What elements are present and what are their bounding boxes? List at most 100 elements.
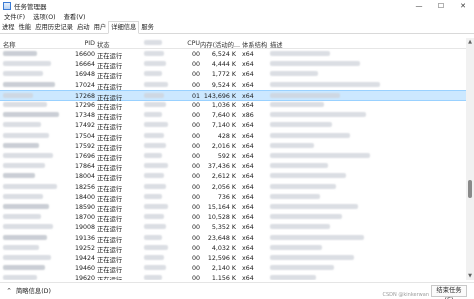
user-name-redacted [144, 153, 186, 160]
description-redacted [270, 102, 460, 109]
process-name-redacted [3, 132, 69, 140]
cpu-cell: 00 [191, 112, 200, 120]
architecture-cell: x64 [242, 173, 254, 181]
user-name-redacted [144, 193, 186, 201]
status-bar: ⌃ 简略信息(D) CSDN @kinkerwan 结束任务(E) [0, 282, 474, 299]
maximize-button[interactable]: ☐ [430, 0, 452, 11]
memory-cell: 4,032 K [211, 244, 236, 252]
description-redacted [270, 255, 460, 262]
process-name-redacted [3, 265, 69, 272]
description-redacted [270, 92, 460, 100]
memory-cell: 2,140 K [211, 265, 236, 273]
description-redacted [270, 224, 460, 231]
memory-cell: 4,444 K [211, 61, 236, 69]
scroll-up-arrow-icon[interactable]: ▲ [466, 38, 474, 46]
cpu-cell: 00 [191, 214, 200, 222]
architecture-cell: x64 [242, 92, 254, 100]
pid-cell: 18400 [74, 193, 95, 201]
watermark: CSDN @kinkerwan [382, 292, 429, 298]
process-name-redacted [3, 142, 69, 150]
column-header-name[interactable]: 名称 [3, 40, 69, 49]
architecture-cell: x64 [242, 193, 254, 201]
architecture-cell: x64 [242, 122, 254, 130]
tab-bar: 进程 性能 应用历史记录 启动 用户 详细信息 服务 [0, 21, 474, 34]
table-header: 名称 PID 状态 CPU 内存(活动的... 体系结构 描述 [0, 38, 466, 49]
tab-app-history[interactable]: 应用历史记录 [33, 22, 75, 33]
minimize-button[interactable]: — [408, 0, 430, 11]
cpu-cell: 00 [191, 265, 200, 273]
less-details-toggle[interactable]: ⌃ 简略信息(D) [5, 286, 51, 296]
description-redacted [270, 193, 460, 201]
process-name-redacted [3, 193, 69, 201]
pid-cell: 18590 [74, 204, 95, 211]
tab-performance[interactable]: 性能 [17, 22, 34, 33]
process-name-redacted [3, 214, 69, 221]
column-header-description[interactable]: 描述 [270, 40, 460, 49]
column-header-cpu[interactable]: CPU [186, 40, 200, 47]
description-redacted [270, 163, 460, 170]
task-manager-icon [3, 1, 11, 10]
memory-cell: 23,648 K [207, 234, 236, 242]
scroll-down-arrow-icon[interactable]: ▼ [466, 272, 474, 280]
column-header-pid[interactable]: PID [69, 40, 95, 47]
cpu-cell: 00 [191, 132, 200, 140]
column-header-memory[interactable]: 内存(活动的... [200, 40, 240, 49]
memory-cell: 15,164 K [207, 204, 236, 211]
architecture-cell: x64 [242, 163, 254, 171]
user-name-redacted [144, 142, 186, 150]
user-name-redacted [144, 132, 186, 140]
memory-cell: 6,524 K [211, 51, 236, 58]
cpu-cell: 00 [191, 173, 200, 181]
vertical-scrollbar[interactable]: ▲ ▼ [466, 38, 474, 280]
menu-file[interactable]: 文件(F) [0, 12, 29, 21]
architecture-cell: x64 [242, 102, 254, 109]
process-name-redacted [3, 102, 69, 109]
description-redacted [270, 142, 460, 150]
tab-details[interactable]: 详细信息 [108, 21, 140, 34]
tab-services[interactable]: 服务 [139, 22, 156, 33]
description-redacted [270, 81, 460, 89]
architecture-cell: x64 [242, 204, 254, 211]
architecture-cell: x64 [242, 265, 254, 273]
memory-cell: 2,612 K [211, 173, 236, 181]
menu-view[interactable]: 查看(V) [60, 12, 90, 21]
cpu-cell: 00 [191, 204, 200, 211]
cpu-cell: 00 [191, 163, 200, 171]
column-header-status[interactable]: 状态 [97, 40, 143, 49]
architecture-cell: x64 [242, 214, 254, 222]
description-redacted [270, 244, 460, 252]
memory-cell: 7,140 K [211, 122, 236, 130]
tab-users[interactable]: 用户 [92, 22, 109, 33]
window-controls: — ☐ ✕ [408, 0, 474, 11]
scrollbar-thumb[interactable] [468, 180, 472, 198]
process-name-redacted [3, 204, 69, 211]
pid-cell: 17592 [74, 142, 95, 150]
memory-cell: 2,056 K [211, 183, 236, 191]
user-name-redacted [144, 112, 186, 119]
user-name-redacted [144, 51, 186, 58]
tab-startup[interactable]: 启动 [75, 22, 92, 33]
pid-cell: 17864 [74, 163, 95, 171]
cpu-cell: 00 [191, 244, 200, 252]
column-header-user[interactable] [144, 40, 186, 47]
process-name-redacted [3, 122, 69, 129]
pid-cell: 18004 [74, 173, 95, 181]
close-button[interactable]: ✕ [452, 0, 474, 11]
description-redacted [270, 153, 460, 160]
pid-cell: 19008 [74, 224, 95, 232]
process-name-redacted [3, 234, 69, 242]
tab-processes[interactable]: 进程 [0, 22, 17, 33]
menu-options[interactable]: 选项(O) [29, 12, 59, 21]
column-header-architecture[interactable]: 体系结构 [242, 40, 268, 49]
user-name-redacted [144, 81, 186, 89]
user-name-redacted [144, 265, 186, 272]
end-task-button[interactable]: 结束任务(E) [431, 285, 467, 299]
user-name-redacted [144, 244, 186, 252]
user-name-redacted [144, 122, 186, 129]
cpu-cell: 00 [191, 193, 200, 201]
process-name-redacted [3, 51, 69, 58]
cpu-cell: 00 [191, 183, 200, 191]
pid-cell: 19460 [74, 265, 95, 273]
table-row[interactable]: 19620正在运行001,156 Kx64 [0, 273, 466, 280]
memory-cell: 2,016 K [211, 142, 236, 150]
